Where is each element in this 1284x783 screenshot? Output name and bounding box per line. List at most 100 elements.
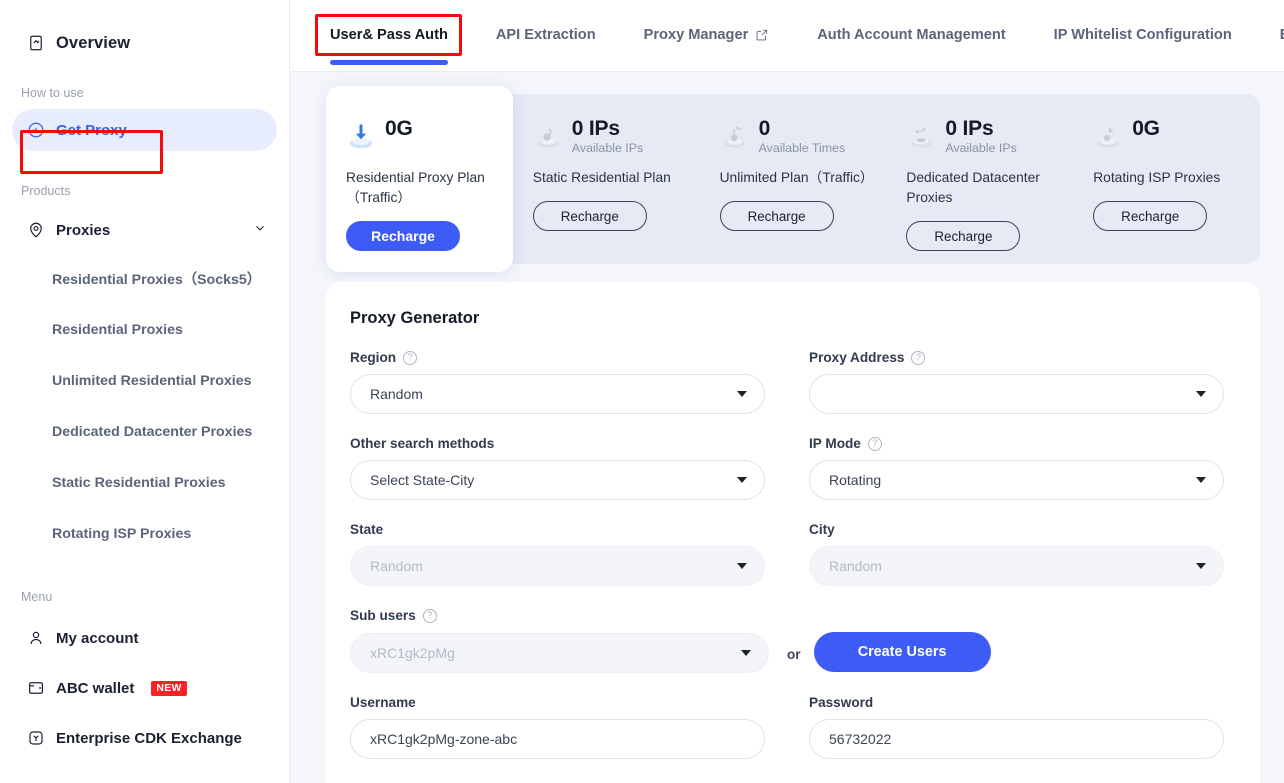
static-residential-icon xyxy=(533,121,563,151)
city-label: City xyxy=(809,522,835,537)
plan-card-dedicated-datacenter[interactable]: 0 IPs Available IPs Dedicated Datacenter… xyxy=(886,94,1073,264)
region-select[interactable]: Random xyxy=(350,374,765,414)
region-value: Random xyxy=(370,386,423,402)
tab-label: User& Pass Auth xyxy=(330,26,448,43)
plan-card-static-residential[interactable]: 0 IPs Available IPs Static Residential P… xyxy=(513,94,700,264)
plan-card-residential-proxy[interactable]: 0G Residential Proxy Plan（Traffic） Recha… xyxy=(326,86,513,272)
tab-proxy-manager[interactable]: Proxy Manager xyxy=(644,0,770,71)
sidebar-group-proxies[interactable]: Proxies xyxy=(0,207,289,253)
sidebar-item-unlimited-residential-proxies[interactable]: Unlimited Residential Proxies xyxy=(0,355,289,406)
sidebar-section-how-to-use: How to use xyxy=(21,86,84,100)
city-select[interactable]: Random xyxy=(809,546,1224,586)
sidebar-abc-wallet-label: ABC wallet xyxy=(56,679,135,697)
tab-label: IP Whitelist Configuration xyxy=(1053,26,1232,43)
sidebar: Overview How to use Get Proxy Products P… xyxy=(0,0,290,783)
password-input[interactable]: 56732022 xyxy=(809,719,1224,759)
field-region: Region ? Random xyxy=(350,350,765,414)
help-icon[interactable]: ? xyxy=(403,350,418,365)
field-label: Proxy Address ? xyxy=(809,350,1224,365)
password-label: Password xyxy=(809,695,874,710)
ip-mode-value: Rotating xyxy=(829,472,882,488)
sub-users-row: xRC1gk2pMg or Create Users xyxy=(350,632,1224,673)
rotating-isp-icon xyxy=(1093,121,1123,151)
plan-card-subtext: Available Times xyxy=(758,141,846,156)
plan-card-amount-wrap: 0 IPs Available IPs xyxy=(571,117,644,156)
tab-auth-account-management[interactable]: Auth Account Management xyxy=(817,0,1005,71)
username-input[interactable]: xRC1gk2pMg-zone-abc xyxy=(350,719,765,759)
cdk-icon xyxy=(26,729,45,748)
plan-card-amount-wrap: 0G xyxy=(385,117,413,141)
proxy-generator-card: Proxy Generator Region ? Random Proxy Ad… xyxy=(326,282,1260,783)
create-users-button[interactable]: Create Users xyxy=(813,632,991,672)
tab-ip-whitelist-configuration[interactable]: IP Whitelist Configuration xyxy=(1054,0,1232,71)
tab-label: Example xyxy=(1280,27,1284,43)
plan-card-name: Rotating ISP Proxies xyxy=(1093,170,1221,185)
plan-card-unlimited[interactable]: 0 Available Times Unlimited Plan（Traffic… xyxy=(700,94,887,264)
unlimited-plan-icon xyxy=(720,121,750,151)
sidebar-item-rotating-isp-proxies[interactable]: Rotating ISP Proxies xyxy=(0,508,289,559)
sidebar-my-account-label: My account xyxy=(56,629,139,647)
chevron-down-icon xyxy=(1196,477,1206,483)
other-search-select[interactable]: Select State-City xyxy=(350,460,765,500)
field-city: City Random xyxy=(809,522,1224,586)
field-sub-users: Sub users ? xRC1gk2pMg or Create Users xyxy=(350,608,1224,673)
plan-card-head: 0G xyxy=(346,117,497,162)
sidebar-item-static-residential-proxies[interactable]: Static Residential Proxies xyxy=(0,457,289,508)
tab-example[interactable]: Example xyxy=(1280,0,1284,71)
tab-user-pass-auth[interactable]: User& Pass Auth xyxy=(330,0,448,71)
plan-card-amount-wrap: 0 IPs Available IPs xyxy=(945,117,1016,155)
field-label: Password xyxy=(809,695,1224,710)
sub-users-select[interactable]: xRC1gk2pMg xyxy=(350,633,769,673)
field-state: State Random xyxy=(350,522,765,586)
plan-card-amount: 0G xyxy=(385,117,413,140)
sidebar-item-abc-wallet[interactable]: ABC wallet NEW xyxy=(0,663,289,713)
sub-users-value: xRC1gk2pMg xyxy=(370,645,455,661)
chevron-down-icon[interactable] xyxy=(253,221,267,239)
sidebar-item-get-proxy[interactable]: Get Proxy xyxy=(12,109,277,151)
chart-circle-icon xyxy=(26,121,45,140)
city-value: Random xyxy=(829,558,882,574)
main-content: 0G Residential Proxy Plan（Traffic） Recha… xyxy=(290,72,1284,783)
sidebar-item-dedicated-datacenter-proxies[interactable]: Dedicated Datacenter Proxies xyxy=(0,406,289,457)
field-other-search-methods: Other search methods Select State-City xyxy=(350,436,765,500)
recharge-button[interactable]: Recharge xyxy=(532,201,647,231)
location-pin-icon xyxy=(26,221,45,240)
plan-card-name: Dedicated Datacenter Proxies xyxy=(906,170,1040,205)
plan-card-amount-wrap: 0 Available Times xyxy=(758,117,846,156)
plan-card-amount-wrap: 0G xyxy=(1132,117,1160,141)
help-icon[interactable]: ? xyxy=(867,436,882,451)
app-root: Overview How to use Get Proxy Products P… xyxy=(0,0,1284,783)
recharge-button[interactable]: Recharge xyxy=(1093,201,1208,231)
sidebar-item-enterprise-cdk-exchange[interactable]: Enterprise CDK Exchange xyxy=(0,713,289,763)
plan-card-head: 0G xyxy=(1093,117,1244,162)
plan-card-name: Unlimited Plan（Traffic） xyxy=(719,170,874,185)
field-label: Username xyxy=(350,695,765,710)
state-select[interactable]: Random xyxy=(350,546,765,586)
ip-mode-select[interactable]: Rotating xyxy=(809,460,1224,500)
help-icon[interactable]: ? xyxy=(911,350,926,365)
sidebar-item-overview[interactable]: Overview xyxy=(0,0,289,86)
tab-api-extraction[interactable]: API Extraction xyxy=(496,0,596,71)
residential-plan-icon xyxy=(346,121,376,151)
proxy-generator-title: Proxy Generator xyxy=(350,309,480,327)
recharge-button[interactable]: Recharge xyxy=(906,221,1021,251)
recharge-button[interactable]: Recharge xyxy=(719,201,834,231)
datacenter-icon xyxy=(906,121,936,151)
sidebar-item-residential-proxies-socks5[interactable]: Residential Proxies（Socks5） xyxy=(0,253,289,304)
sidebar-subitem-label: Static Residential Proxies xyxy=(52,474,226,491)
sidebar-item-my-account[interactable]: My account xyxy=(0,613,289,663)
chevron-down-icon xyxy=(737,391,747,397)
plan-card-rotating-isp[interactable]: 0G Rotating ISP Proxies Recharge xyxy=(1073,94,1260,264)
sidebar-item-residential-proxies[interactable]: Residential Proxies xyxy=(0,304,289,355)
tab-label: Auth Account Management xyxy=(817,26,1006,43)
plan-card-subtext: Available IPs xyxy=(571,141,644,156)
proxy-address-select[interactable] xyxy=(809,374,1224,414)
plan-card-amount: 0G xyxy=(1132,117,1160,140)
help-icon[interactable]: ? xyxy=(422,608,437,623)
sidebar-subitem-label: Rotating ISP Proxies xyxy=(52,525,192,542)
field-label: Other search methods xyxy=(350,436,765,451)
plan-cards-strip: 0G Residential Proxy Plan（Traffic） Recha… xyxy=(326,86,1260,272)
recharge-button[interactable]: Recharge xyxy=(346,221,460,251)
sub-users-label: Sub users xyxy=(350,608,416,623)
proxy-address-label: Proxy Address xyxy=(809,350,905,365)
